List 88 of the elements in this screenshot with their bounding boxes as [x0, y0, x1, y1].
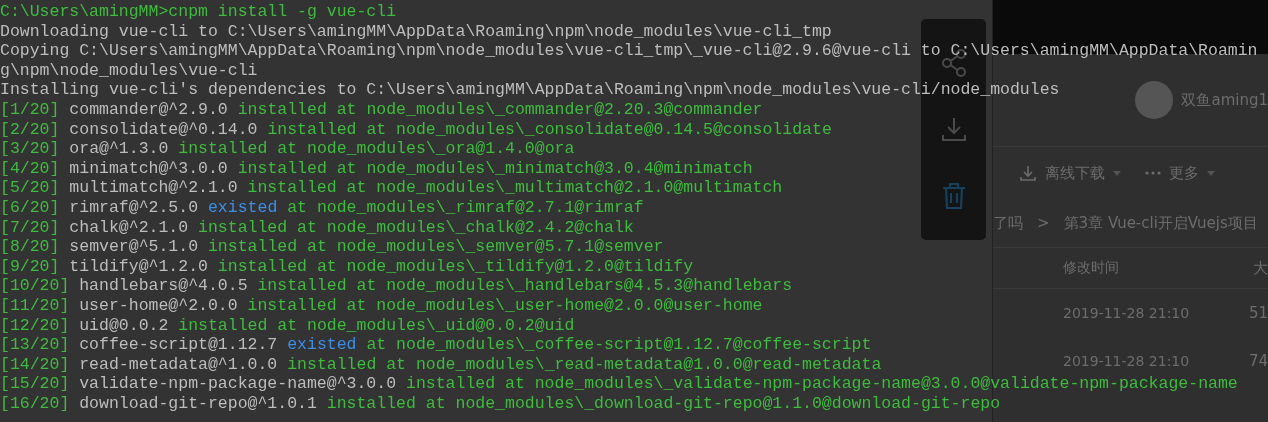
install-path: at node_modules\_rimraf@2.7.1@rimraf [287, 197, 644, 217]
package-spec: handlebars@^4.0.5 [79, 276, 248, 296]
step-counter: [5/20] [0, 178, 60, 198]
install-status: installed [178, 315, 268, 335]
trash-icon[interactable] [940, 182, 967, 211]
column-header[interactable]: 大 [1253, 258, 1268, 278]
install-status: installed [247, 178, 337, 198]
install-status: installed [247, 295, 337, 315]
package-spec: coffee-script@1.12.7 [79, 335, 278, 355]
step-counter: [8/20] [0, 237, 60, 257]
terminal-line: C:\Users\amingMM>cnpm install -g vue-cli [0, 2, 397, 22]
step-counter: [4/20] [0, 158, 60, 178]
install-path: at node_modules\_coffee-script@1.12.7@coffee-script [366, 335, 872, 355]
package-spec: read-metadata@^1.0.0 [79, 354, 278, 374]
breadcrumb-separator: > [1037, 214, 1050, 232]
step-counter: [7/20] [0, 217, 60, 237]
install-status: installed [406, 374, 496, 394]
install-status: installed [207, 237, 298, 257]
install-path: at node_modules\_tildify@1.2.0@tildify [316, 256, 694, 276]
install-status: installed [267, 119, 357, 139]
install-status: existed [207, 197, 278, 217]
more-icon [1145, 171, 1161, 175]
package-spec: validate-npm-package-name@^3.0.0 [79, 374, 397, 394]
table-cell: 74 [1248, 352, 1268, 370]
step-counter: [1/20] [0, 99, 60, 119]
table-cell-text: 2019-11-28 21:10 [1063, 305, 1191, 321]
step-counter: [12/20] [0, 315, 70, 335]
step-counter: [14/20] [0, 354, 70, 374]
install-path: at node_modules\_semver@5.7.1@semver [307, 237, 664, 257]
package-spec: download-git-repo@^1.0.1 [79, 393, 317, 413]
step-counter: [9/20] [0, 256, 60, 276]
download-icon [1019, 164, 1037, 182]
step-counter: [15/20] [0, 374, 70, 394]
terminal-line: Downloading vue-cli to C:\Users\amingMM\AppData\Roaming\npm\node_modules\vue-cli_tmp [0, 21, 832, 42]
install-status: installed [178, 139, 268, 159]
install-status: installed [287, 354, 377, 374]
package-spec: ora@^1.3.0 [69, 139, 169, 159]
install-status: installed [237, 99, 327, 119]
step-counter: [10/20] [0, 276, 70, 296]
package-spec: chalk@^2.1.0 [69, 217, 189, 237]
install-status: installed [198, 217, 288, 237]
download-icon[interactable] [940, 116, 967, 143]
install-path: at node_modules\_ora@1.4.0@ora [277, 139, 575, 159]
step-counter: [6/20] [0, 197, 60, 217]
breadcrumb-item[interactable]: 第3章 Vue-cli开启Vuejs项目 [1063, 213, 1258, 233]
install-path: at node_modules\_uid@0.0.2@uid [277, 315, 575, 335]
install-path: at node_modules\_user-home@2.0.0@user-home [346, 295, 763, 315]
install-path: at node_modules\_read-metadata@1.0.0@read-metadata [386, 354, 882, 374]
package-spec: consolidate@^0.14.0 [69, 119, 258, 139]
table-cell-text: 2019-11-28 21:10 [1063, 353, 1191, 369]
package-spec: uid@0.0.2 [79, 315, 169, 335]
install-status: installed [237, 158, 327, 178]
install-path: at node_modules\_handlebars@4.5.3@handlebars [356, 276, 793, 296]
install-path: at node_modules\_chalk@2.4.2@chalk [297, 217, 634, 237]
install-path: at node_modules\_download-git-repo@1.1.0@download-git-repo [425, 393, 1001, 413]
step-counter: [11/20] [0, 295, 70, 315]
terminal-line: Installing vue-cli's dependencies to C:\Users\amingMM\AppData\Roaming\npm\node_modules\vue-cli/node_modules [0, 80, 1060, 100]
breadcrumb-item[interactable]: 了吗 [993, 213, 1023, 233]
step-counter: [16/20] [0, 393, 70, 413]
install-path: at node_modules\_minimatch@3.0.4@minimatch [336, 158, 753, 178]
table-cell: 51 [1248, 304, 1268, 322]
install-path: at node_modules\_validate-npm-package-name@3.0.0@validate-npm-package-name [505, 374, 1238, 394]
step-counter: [2/20] [0, 119, 60, 139]
install-path: at node_modules\_commander@2.20.3@commander [336, 99, 763, 119]
package-spec: minimatch@^3.0.0 [69, 158, 228, 178]
package-spec: multimatch@^2.1.0 [69, 178, 238, 198]
install-path: at node_modules\_consolidate@0.14.5@consolidate [366, 119, 832, 139]
toolbar-button[interactable]: 离线下载 [1019, 163, 1121, 183]
install-path: at node_modules\_multimatch@2.1.0@multimatch [346, 178, 783, 198]
package-spec: semver@^5.1.0 [69, 237, 199, 257]
toolbar-button[interactable]: 更多 [1145, 163, 1215, 183]
package-spec: rimraf@^2.5.0 [69, 197, 199, 217]
install-status: installed [257, 276, 347, 296]
terminal-line: g\npm\node_modules\vue-cli [0, 60, 258, 81]
install-status: existed [287, 335, 357, 355]
caret-icon [1207, 170, 1215, 176]
step-counter: [3/20] [0, 139, 60, 159]
avatar [1135, 81, 1174, 119]
install-status: installed [326, 393, 416, 413]
step-counter: [13/20] [0, 335, 70, 355]
package-spec: user-home@^2.0.0 [79, 295, 238, 315]
install-status: installed [217, 256, 307, 276]
package-spec: tildify@^1.2.0 [69, 256, 208, 276]
package-spec: commander@^2.9.0 [69, 99, 228, 119]
terminal-line: Copying C:\Users\amingMM\AppData\Roaming\npm\node_modules\vue-cli_tmp\_vue-cli@2.9.6@vue-cli to C:\Users\amingMM\AppData\Roamin [0, 41, 1258, 61]
caret-icon [1113, 170, 1121, 176]
user-name: 双鱼aming1 [1181, 90, 1268, 110]
column-header[interactable]: 修改时间 [1063, 259, 1253, 277]
